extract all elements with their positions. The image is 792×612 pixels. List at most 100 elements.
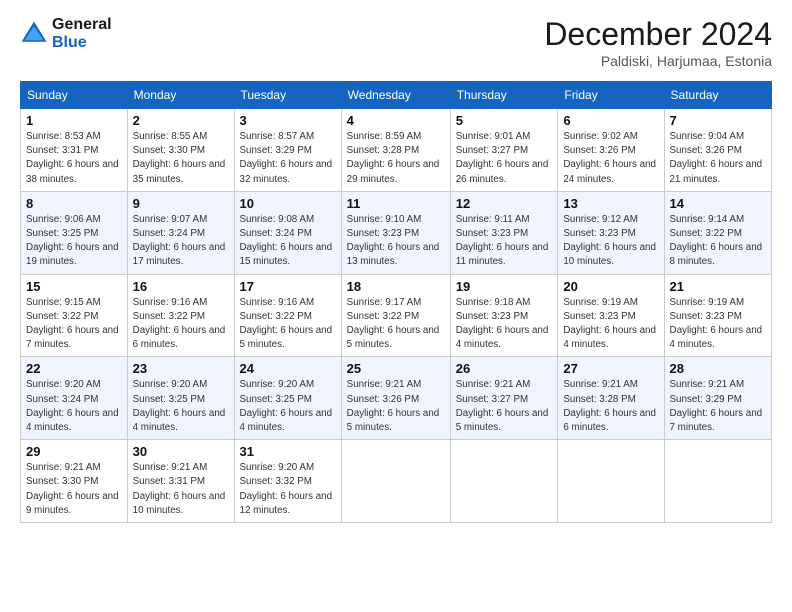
month-title: December 2024 [544, 16, 772, 53]
col-tuesday: Tuesday [234, 82, 341, 109]
day-number: 25 [347, 361, 445, 376]
day-info: Sunrise: 9:02 AMSunset: 3:26 PMDaylight:… [563, 130, 658, 187]
day-number: 7 [670, 113, 766, 128]
header: General Blue December 2024 Paldiski, Har… [20, 16, 772, 69]
day-number: 8 [26, 196, 122, 211]
calendar-cell: 16 Sunrise: 9:16 AMSunset: 3:22 PMDayligh… [127, 274, 234, 357]
calendar-cell: 19Sunrise: 9:18 AMSunset: 3:23 PMDayligh… [450, 274, 558, 357]
day-number: 26 [456, 361, 553, 376]
col-monday: Monday [127, 82, 234, 109]
calendar-cell: 2 Sunrise: 8:55 AMSunset: 3:30 PMDaylight… [127, 109, 234, 192]
day-number: 17 [240, 279, 336, 294]
day-info: Sunrise: 9:20 AMSunset: 3:25 PMDaylight:… [133, 378, 229, 435]
day-number: 12 [456, 196, 553, 211]
day-info: Sunrise: 8:55 AMSunset: 3:30 PMDaylight:… [133, 130, 229, 187]
day-info: Sunrise: 9:07 AMSunset: 3:24 PMDaylight:… [133, 213, 229, 270]
calendar-week-row-2: 8Sunrise: 9:06 AMSunset: 3:25 PMDaylight… [21, 191, 772, 274]
calendar-week-row-5: 29 Sunrise: 9:21 AMSunset: 3:30 PMDayligh… [21, 440, 772, 523]
calendar-cell: 9Sunrise: 9:07 AMSunset: 3:24 PMDaylight… [127, 191, 234, 274]
calendar-cell: 6 Sunrise: 9:02 AMSunset: 3:26 PMDaylight… [558, 109, 664, 192]
calendar-cell [341, 440, 450, 523]
day-info: Sunrise: 9:21 AMSunset: 3:29 PMDaylight:… [670, 378, 766, 435]
day-number: 2 [133, 113, 229, 128]
logo: General Blue [20, 16, 112, 51]
day-number: 3 [240, 113, 336, 128]
calendar-header-row: Sunday Monday Tuesday Wednesday Thursday… [21, 82, 772, 109]
day-info: Sunrise: 9:20 AMSunset: 3:25 PMDaylight:… [240, 378, 336, 435]
calendar-cell: 30 Sunrise: 9:21 AMSunset: 3:31 PMDayligh… [127, 440, 234, 523]
day-number: 19 [456, 279, 553, 294]
calendar-cell: 17 Sunrise: 9:16 AMSunset: 3:22 PMDayligh… [234, 274, 341, 357]
day-info: Sunrise: 9:01 AMSunset: 3:27 PMDaylight:… [456, 130, 553, 187]
day-number: 18 [347, 279, 445, 294]
calendar-cell: 18 Sunrise: 9:17 AMSunset: 3:22 PMDayligh… [341, 274, 450, 357]
calendar-cell: 26 Sunrise: 9:21 AMSunset: 3:27 PMDayligh… [450, 357, 558, 440]
day-info: Sunrise: 9:20 AMSunset: 3:32 PMDaylight:… [240, 461, 336, 518]
day-number: 27 [563, 361, 658, 376]
day-info: Sunrise: 9:17 AMSunset: 3:22 PMDaylight:… [347, 296, 445, 353]
day-info: Sunrise: 9:19 AMSunset: 3:23 PMDaylight:… [563, 296, 658, 353]
calendar-cell: 3Sunrise: 8:57 AMSunset: 3:29 PMDaylight… [234, 109, 341, 192]
day-number: 5 [456, 113, 553, 128]
day-info: Sunrise: 9:21 AMSunset: 3:27 PMDaylight:… [456, 378, 553, 435]
col-wednesday: Wednesday [341, 82, 450, 109]
day-number: 6 [563, 113, 658, 128]
calendar-week-row-1: 1Sunrise: 8:53 AMSunset: 3:31 PMDaylight… [21, 109, 772, 192]
calendar-cell: 12Sunrise: 9:11 AMSunset: 3:23 PMDayligh… [450, 191, 558, 274]
day-number: 13 [563, 196, 658, 211]
day-number: 10 [240, 196, 336, 211]
day-info: Sunrise: 9:16 AMSunset: 3:22 PMDaylight:… [240, 296, 336, 353]
day-info: Sunrise: 9:15 AMSunset: 3:22 PMDaylight:… [26, 296, 122, 353]
day-number: 14 [670, 196, 766, 211]
day-number: 28 [670, 361, 766, 376]
day-number: 1 [26, 113, 122, 128]
calendar-cell: 27 Sunrise: 9:21 AMSunset: 3:28 PMDayligh… [558, 357, 664, 440]
day-number: 20 [563, 279, 658, 294]
day-number: 31 [240, 444, 336, 459]
calendar-table: Sunday Monday Tuesday Wednesday Thursday… [20, 81, 772, 523]
day-number: 24 [240, 361, 336, 376]
calendar-cell [664, 440, 771, 523]
calendar-cell: 23 Sunrise: 9:20 AMSunset: 3:25 PMDayligh… [127, 357, 234, 440]
calendar-cell: 10 Sunrise: 9:08 AMSunset: 3:24 PMDayligh… [234, 191, 341, 274]
calendar-cell: 20 Sunrise: 9:19 AMSunset: 3:23 PMDayligh… [558, 274, 664, 357]
calendar-cell [450, 440, 558, 523]
calendar-cell: 22Sunrise: 9:20 AMSunset: 3:24 PMDayligh… [21, 357, 128, 440]
day-info: Sunrise: 9:12 AMSunset: 3:23 PMDaylight:… [563, 213, 658, 270]
day-info: Sunrise: 9:08 AMSunset: 3:24 PMDaylight:… [240, 213, 336, 270]
day-number: 29 [26, 444, 122, 459]
col-sunday: Sunday [21, 82, 128, 109]
calendar-cell: 13 Sunrise: 9:12 AMSunset: 3:23 PMDayligh… [558, 191, 664, 274]
location: Paldiski, Harjumaa, Estonia [544, 53, 772, 69]
calendar-cell: 5 Sunrise: 9:01 AMSunset: 3:27 PMDaylight… [450, 109, 558, 192]
day-number: 15 [26, 279, 122, 294]
day-number: 16 [133, 279, 229, 294]
day-info: Sunrise: 9:21 AMSunset: 3:28 PMDaylight:… [563, 378, 658, 435]
calendar-cell: 28 Sunrise: 9:21 AMSunset: 3:29 PMDayligh… [664, 357, 771, 440]
day-info: Sunrise: 9:16 AMSunset: 3:22 PMDaylight:… [133, 296, 229, 353]
calendar-cell: 4Sunrise: 8:59 AMSunset: 3:28 PMDaylight… [341, 109, 450, 192]
calendar-cell: 14Sunrise: 9:14 AMSunset: 3:22 PMDayligh… [664, 191, 771, 274]
day-info: Sunrise: 9:21 AMSunset: 3:31 PMDaylight:… [133, 461, 229, 518]
col-thursday: Thursday [450, 82, 558, 109]
calendar-cell: 7 Sunrise: 9:04 AMSunset: 3:26 PMDaylight… [664, 109, 771, 192]
page: General Blue December 2024 Paldiski, Har… [0, 0, 792, 612]
calendar-cell: 1Sunrise: 8:53 AMSunset: 3:31 PMDaylight… [21, 109, 128, 192]
day-number: 11 [347, 196, 445, 211]
day-info: Sunrise: 9:21 AMSunset: 3:26 PMDaylight:… [347, 378, 445, 435]
calendar-cell: 29 Sunrise: 9:21 AMSunset: 3:30 PMDayligh… [21, 440, 128, 523]
day-info: Sunrise: 9:21 AMSunset: 3:30 PMDaylight:… [26, 461, 122, 518]
day-number: 30 [133, 444, 229, 459]
day-number: 23 [133, 361, 229, 376]
col-saturday: Saturday [664, 82, 771, 109]
calendar-week-row-4: 22Sunrise: 9:20 AMSunset: 3:24 PMDayligh… [21, 357, 772, 440]
day-info: Sunrise: 9:10 AMSunset: 3:23 PMDaylight:… [347, 213, 445, 270]
logo-icon [20, 20, 48, 48]
day-info: Sunrise: 9:20 AMSunset: 3:24 PMDaylight:… [26, 378, 122, 435]
calendar-cell: 11 Sunrise: 9:10 AMSunset: 3:23 PMDayligh… [341, 191, 450, 274]
day-info: Sunrise: 8:59 AMSunset: 3:28 PMDaylight:… [347, 130, 445, 187]
calendar-cell [558, 440, 664, 523]
day-info: Sunrise: 9:04 AMSunset: 3:26 PMDaylight:… [670, 130, 766, 187]
day-info: Sunrise: 9:19 AMSunset: 3:23 PMDaylight:… [670, 296, 766, 353]
calendar-cell: 15 Sunrise: 9:15 AMSunset: 3:22 PMDayligh… [21, 274, 128, 357]
